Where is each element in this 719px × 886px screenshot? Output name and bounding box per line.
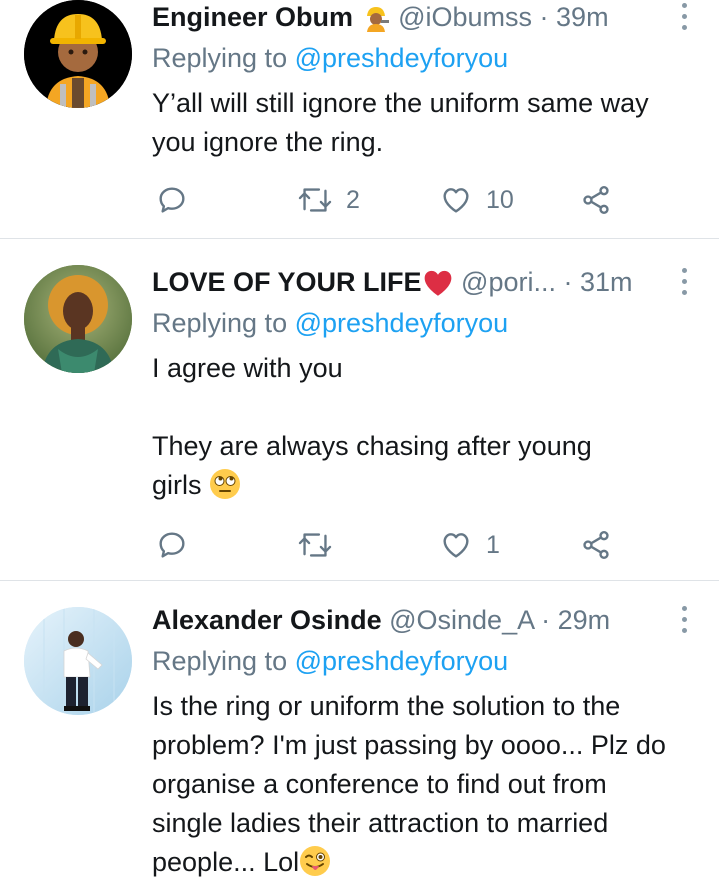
replying-label: Replying to bbox=[152, 43, 288, 73]
author-name[interactable]: LOVE OF YOUR LIFE bbox=[152, 267, 422, 297]
author-handle[interactable]: @Osinde_A bbox=[389, 605, 534, 635]
replying-mention-link[interactable]: @preshdeyforyou bbox=[295, 646, 509, 676]
construction-worker-emoji-icon bbox=[361, 4, 391, 32]
separator: · bbox=[539, 2, 549, 32]
profile-photo-icon bbox=[24, 265, 132, 373]
replying-mention-link[interactable]: @preshdeyforyou bbox=[295, 43, 509, 73]
tweet-3[interactable]: Alexander Osinde @Osinde_A · 29m Replyin… bbox=[0, 581, 719, 886]
tweet-actions: 2 10 bbox=[152, 180, 652, 220]
tweet-text-line: Is the ring or uniform the solution to t… bbox=[152, 687, 683, 882]
more-options-icon[interactable] bbox=[679, 606, 689, 636]
tweet-1[interactable]: Engineer Obum @iObumss · 39m Replying to… bbox=[0, 0, 719, 238]
tweet-text: Y’all will still ignore the uniform same… bbox=[152, 84, 689, 162]
eye-roll-emoji-icon bbox=[209, 468, 241, 500]
reply-button[interactable] bbox=[156, 180, 188, 220]
winking-tongue-emoji-icon bbox=[299, 845, 331, 877]
tweet-2[interactable]: LOVE OF YOUR LIFE @pori... · 31m Replyin… bbox=[0, 239, 719, 580]
replying-to: Replying to @preshdeyforyou bbox=[152, 644, 508, 678]
reply-button[interactable] bbox=[156, 525, 188, 565]
replying-mention-link[interactable]: @preshdeyforyou bbox=[295, 308, 509, 338]
share-button[interactable] bbox=[580, 525, 612, 565]
heart-icon bbox=[443, 188, 469, 213]
separator: · bbox=[541, 605, 551, 635]
retweet-button[interactable]: 2 bbox=[298, 180, 360, 220]
timestamp[interactable]: 31m bbox=[580, 267, 633, 297]
separator: · bbox=[563, 267, 573, 297]
retweet-count: 2 bbox=[346, 185, 360, 214]
tweet-text: Is the ring or uniform the solution to t… bbox=[152, 687, 683, 882]
timestamp[interactable]: 39m bbox=[556, 2, 609, 32]
tweet-text-line: I agree with you bbox=[152, 353, 343, 383]
avatar[interactable] bbox=[24, 607, 132, 715]
author-name[interactable]: Engineer Obum bbox=[152, 2, 353, 32]
retweet-icon bbox=[298, 188, 332, 212]
share-icon bbox=[583, 531, 609, 559]
replying-to: Replying to @preshdeyforyou bbox=[152, 306, 508, 340]
tweet-text-line: Y’all will still ignore the uniform same… bbox=[152, 88, 649, 157]
share-button[interactable] bbox=[580, 180, 612, 220]
retweet-button[interactable] bbox=[298, 525, 346, 565]
tweet-header: Alexander Osinde @Osinde_A · 29m bbox=[152, 603, 659, 637]
tweet-text-fragment: girls bbox=[152, 470, 202, 500]
tweet-header: LOVE OF YOUR LIFE @pori... · 31m bbox=[152, 265, 659, 299]
more-options-icon[interactable] bbox=[679, 268, 689, 298]
author-handle[interactable]: @pori... bbox=[461, 267, 556, 297]
author-handle[interactable]: @iObumss bbox=[398, 2, 532, 32]
tweet-text-line: girls bbox=[152, 466, 689, 505]
replying-to: Replying to @preshdeyforyou bbox=[152, 41, 508, 75]
retweet-icon bbox=[298, 533, 332, 557]
replying-label: Replying to bbox=[152, 308, 288, 338]
timestamp[interactable]: 29m bbox=[558, 605, 611, 635]
tweet-text-fragment: Is the ring or uniform the solution to t… bbox=[152, 691, 666, 877]
tweet-text: I agree with you They are always chasing… bbox=[152, 349, 689, 505]
like-count: 10 bbox=[486, 185, 514, 214]
replying-label: Replying to bbox=[152, 646, 288, 676]
like-button[interactable]: 10 bbox=[440, 180, 514, 220]
reply-icon bbox=[159, 187, 185, 213]
share-icon bbox=[583, 186, 609, 214]
tweet-actions: 1 bbox=[152, 525, 652, 565]
construction-worker-avatar-icon bbox=[24, 0, 132, 108]
like-button[interactable]: 1 bbox=[440, 525, 500, 565]
more-options-icon[interactable] bbox=[679, 3, 689, 33]
reply-icon bbox=[159, 532, 185, 558]
profile-photo-icon bbox=[24, 607, 132, 715]
heart-icon bbox=[443, 533, 469, 558]
avatar[interactable] bbox=[24, 0, 132, 108]
tweet-header: Engineer Obum @iObumss · 39m bbox=[152, 0, 659, 34]
author-name[interactable]: Alexander Osinde bbox=[152, 605, 382, 635]
like-count: 1 bbox=[486, 530, 500, 559]
tweet-text-line: They are always chasing after young bbox=[152, 431, 592, 461]
avatar[interactable] bbox=[24, 265, 132, 373]
red-heart-emoji-icon bbox=[422, 269, 454, 297]
